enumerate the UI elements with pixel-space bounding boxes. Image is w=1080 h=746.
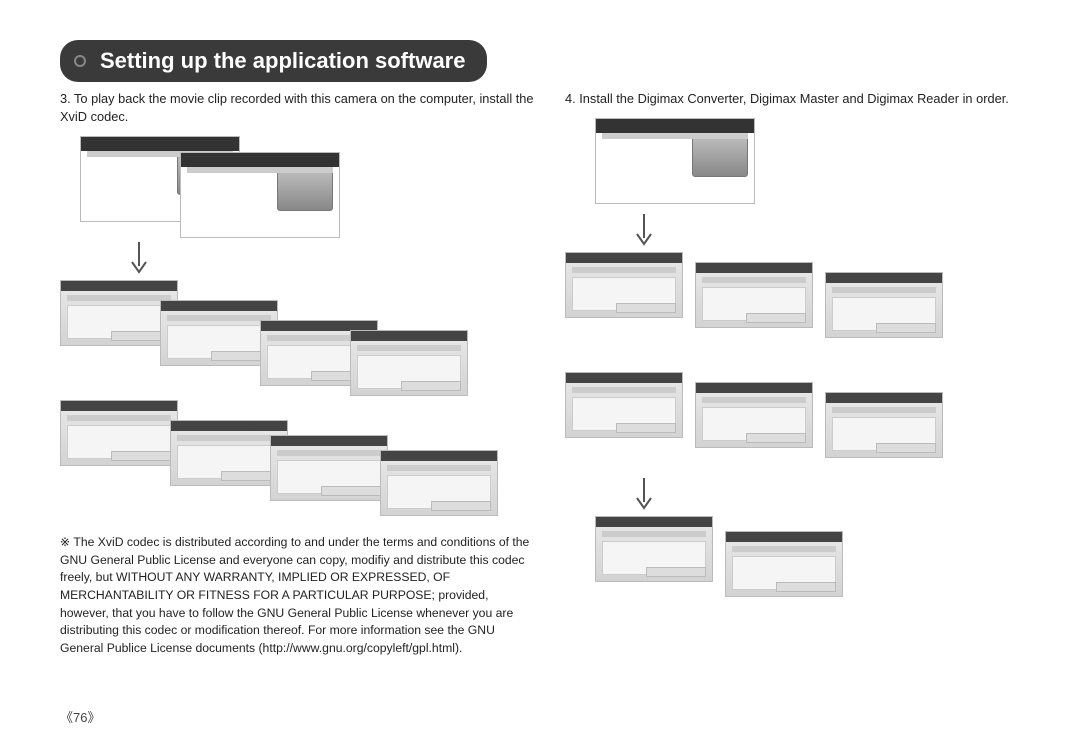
wizard-thumb	[825, 272, 943, 338]
wizard-thumb	[825, 392, 943, 458]
step-4-text: Install the Digimax Converter, Digimax M…	[579, 91, 1009, 106]
wizard-thumb	[695, 262, 813, 328]
wizard-thumb	[595, 516, 713, 582]
wizard-thumb	[725, 531, 843, 597]
installer-thumb-2	[180, 152, 340, 238]
page-number: 《76》	[60, 707, 100, 726]
note-text: The XviD codec is distributed according …	[60, 535, 529, 655]
step-3: 3. To play back the movie clip recorded …	[60, 90, 535, 126]
wizard-thumb	[350, 330, 468, 396]
page-title-text: Setting up the application software	[100, 48, 465, 74]
wizard-thumb	[380, 450, 498, 516]
wizard-thumb	[695, 382, 813, 448]
step-3-number: 3.	[60, 91, 71, 106]
title-bullet-icon	[74, 55, 86, 67]
wizard-thumb	[565, 372, 683, 438]
installer-thumb-right	[595, 118, 1040, 208]
digimax-wizard-thumbs-2	[565, 372, 1040, 472]
digimax-wizard-thumbs-3	[565, 516, 1040, 626]
arrow-down-icon	[565, 214, 1040, 246]
camera-icon	[277, 171, 333, 211]
wizard-thumb	[60, 400, 178, 466]
digimax-wizard-thumbs-1	[565, 252, 1040, 372]
left-column: 3. To play back the movie clip recorded …	[60, 90, 535, 658]
wizard-thumb	[270, 435, 388, 501]
xvid-wizard-thumbs	[60, 280, 535, 520]
camera-icon	[692, 137, 748, 177]
xvid-license-note: ※ The XviD codec is distributed accordin…	[60, 534, 535, 658]
content-columns: 3. To play back the movie clip recorded …	[60, 90, 1040, 658]
right-column: 4. Install the Digimax Converter, Digima…	[565, 90, 1040, 658]
step-4-number: 4.	[565, 91, 576, 106]
page-title: Setting up the application software	[60, 40, 487, 82]
wizard-thumb	[565, 252, 683, 318]
installer-thumbs-left	[80, 136, 535, 236]
arrow-down-icon	[60, 242, 535, 274]
note-marker: ※	[60, 535, 70, 549]
step-3-text: To play back the movie clip recorded wit…	[60, 91, 534, 124]
installer-thumb	[595, 118, 755, 204]
step-4: 4. Install the Digimax Converter, Digima…	[565, 90, 1040, 108]
arrow-down-icon	[565, 478, 1040, 510]
